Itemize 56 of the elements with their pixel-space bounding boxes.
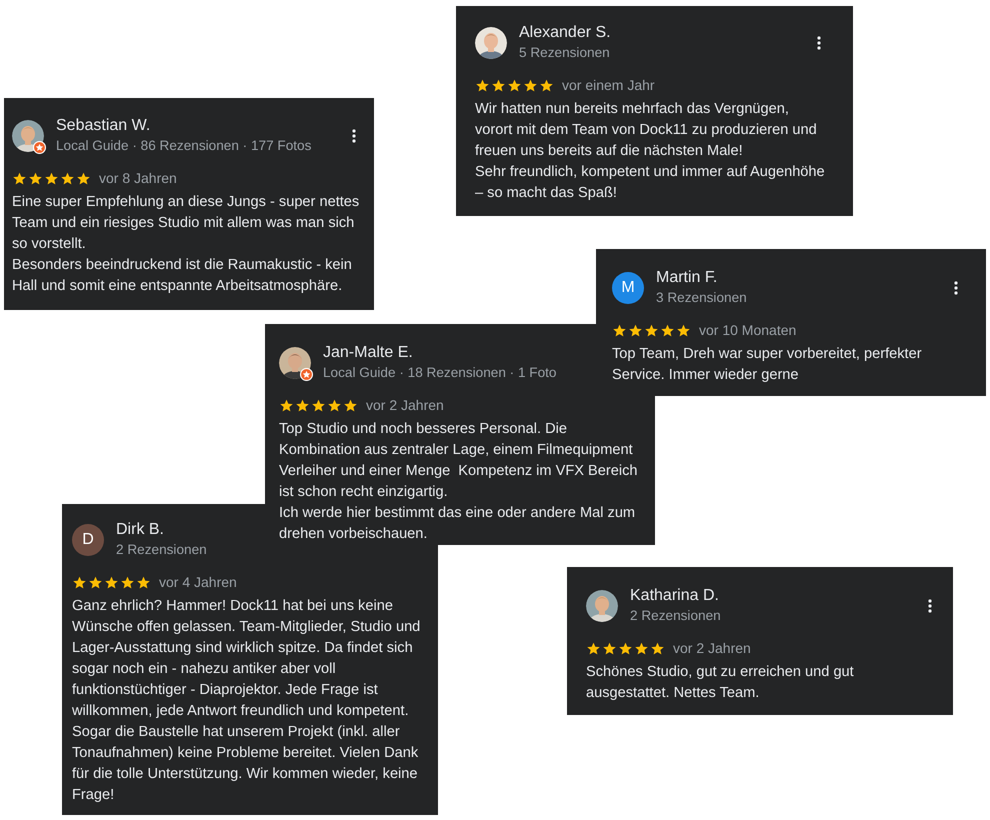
star-icon (295, 398, 310, 412)
review-date: vor 2 Jahren (673, 638, 751, 658)
star-icon (612, 322, 627, 338)
star-icon (88, 574, 103, 590)
star-icon (72, 574, 87, 590)
star-icon (76, 170, 91, 186)
star-icon (279, 398, 294, 412)
reviewer-name[interactable]: Katharina D. (630, 586, 719, 606)
star-icon (475, 78, 490, 92)
star-icon (28, 170, 43, 186)
star-icon (343, 398, 358, 412)
star-icon (120, 574, 135, 590)
reviewer-name[interactable]: Sebastian W. (56, 116, 150, 136)
review-text: Top Team, Dreh war super vorbereitet, perfekter Service. Immer wieder gerne (612, 345, 923, 385)
review-text: Ganz ehrlich? Hammer! Dock11 hat bei uns keine Wünsche offen gelassen. Team-Mitglieder, Studio und Lager-Ausstattung sind wirklich spitze. Da findet sich sogar noch ein - nahezu antiker aber voll funktionstüchtiger - Diaprojektor. Jede Frage ist willkommen, jede Antwort freundlich und kompetent. Sogar die Baustelle hat unserem Projekt (inkl. aller Tonaufnahmen) keine Probleme bereitet. Vielen Dank für die tolle Unterstützung. Wir kommen wieder, keine Frage! (72, 597, 422, 805)
star-icon (491, 78, 506, 92)
reviewer-info: 3 Rezensionen (656, 289, 747, 307)
star-icon (586, 640, 601, 656)
avatar: M (612, 272, 644, 304)
star-icon (104, 574, 119, 590)
star-icon (523, 78, 538, 92)
review-text: Wir hatten nun bereits mehrfach das Vergnügen, vorort mit dem Team von Dock11 zu produzieren und freuen uns bereits auf die nächsten Male! Sehr freundlich, kompetent und immer auf Augenhöhe – so macht das Spaß! (475, 100, 826, 203)
reviewer-name[interactable]: Alexander S. (519, 23, 611, 43)
star-icon (136, 574, 151, 590)
reviewer-name[interactable]: Jan-Malte E. (323, 343, 413, 363)
reviewer-name[interactable]: Dirk B. (116, 520, 164, 540)
reviewer-info: Local Guide · 86 Rezensionen · 177 Fotos (56, 137, 312, 155)
review-text: Eine super Empfehlung an diese Jungs - super nettes Team und ein riesiges Studio mit allem was man sich so vorstellt. Besonders beeindruckend ist die Raumakustic - kein Hall und somit eine entspannte Arbeitsatmosphäre. (12, 193, 360, 296)
star-icon (507, 78, 522, 92)
reviewer-name[interactable]: Martin F. (656, 268, 718, 288)
reviewer-info: 2 Rezensionen (630, 607, 721, 625)
review-text: Top Studio und noch besseres Personal. Die Kombination aus zentraler Lage, einem Filmequipment Verleiher und einer Menge Kompetenz im VFX Bereich ist schon recht einzigartig. Ich werde hier bestimmt das eine oder andere Mal zum drehen vorbeischauen. (279, 420, 639, 544)
star-icon (644, 322, 659, 338)
review-date: vor 2 Jahren (366, 396, 444, 414)
review-date: vor 4 Jahren (159, 572, 237, 592)
star-icon (44, 170, 59, 186)
avatar: D (72, 524, 104, 556)
star-icon (660, 322, 675, 338)
star-icon (60, 170, 75, 186)
star-icon (327, 398, 342, 412)
star-icon (539, 78, 554, 92)
star-icon (12, 170, 27, 186)
review-date: vor einem Jahr (562, 76, 655, 94)
star-icon (634, 640, 649, 656)
star-icon (602, 640, 617, 656)
star-icon (628, 322, 643, 338)
review-date: vor 10 Monaten (699, 320, 796, 340)
review-date: vor 8 Jahren (99, 168, 177, 188)
reviewer-info: 5 Rezensionen (519, 44, 610, 62)
star-icon (676, 322, 691, 338)
reviewer-info: Local Guide · 18 Rezensionen · 1 Foto (323, 364, 556, 382)
star-icon (618, 640, 633, 656)
review-text: Schönes Studio, gut zu erreichen und gut ausgestattet. Nettes Team. (586, 663, 855, 703)
reviewer-info: 2 Rezensionen (116, 541, 207, 559)
star-icon (650, 640, 665, 656)
star-icon (311, 398, 326, 412)
